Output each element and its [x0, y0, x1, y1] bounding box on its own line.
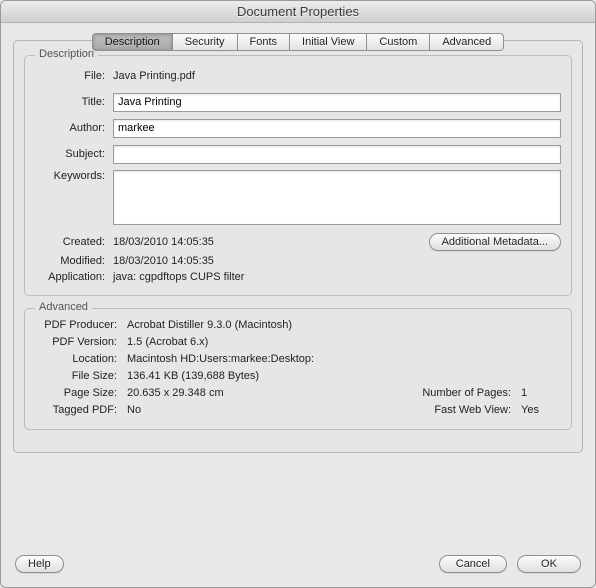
author-label: Author: [35, 122, 113, 134]
author-input[interactable] [113, 119, 561, 138]
tab-bar: Description Security Fonts Initial View … [13, 33, 583, 51]
tab-description[interactable]: Description [92, 33, 172, 51]
tab-custom[interactable]: Custom [366, 33, 429, 51]
title-label: Title: [35, 96, 113, 108]
keywords-label: Keywords: [35, 170, 113, 182]
numpages-label: Number of Pages: [401, 387, 521, 399]
application-value: java: cgpdftops CUPS filter [113, 271, 561, 283]
tab-fonts[interactable]: Fonts [237, 33, 290, 51]
version-label: PDF Version: [35, 336, 127, 348]
numpages-value: 1 [521, 387, 561, 399]
modified-label: Modified: [35, 255, 113, 267]
additional-metadata-button[interactable]: Additional Metadata... [429, 233, 561, 251]
application-label: Application: [35, 271, 113, 283]
version-value: 1.5 (Acrobat 6.x) [127, 336, 561, 348]
advanced-group: Advanced PDF Producer: Acrobat Distiller… [24, 308, 572, 430]
pagesize-label: Page Size: [35, 387, 127, 399]
filesize-label: File Size: [35, 370, 127, 382]
fastweb-value: Yes [521, 404, 561, 416]
tab-advanced[interactable]: Advanced [429, 33, 504, 51]
subject-label: Subject: [35, 148, 113, 160]
ok-button[interactable]: OK [517, 555, 581, 573]
tab-panel: Description File: Java Printing.pdf Titl… [13, 40, 583, 453]
advanced-group-label: Advanced [35, 301, 92, 313]
created-value: 18/03/2010 14:05:35 [113, 236, 429, 248]
window-content: Description Security Fonts Initial View … [1, 23, 595, 453]
title-input[interactable] [113, 93, 561, 112]
created-label: Created: [35, 236, 113, 248]
modified-value: 18/03/2010 14:05:35 [113, 255, 561, 267]
document-properties-window: Document Properties Description Security… [0, 0, 596, 588]
fastweb-label: Fast Web View: [401, 404, 521, 416]
dialog-footer: Help Cancel OK [15, 555, 581, 573]
keywords-input[interactable] [113, 170, 561, 225]
tab-initial-view[interactable]: Initial View [289, 33, 366, 51]
window-title: Document Properties [1, 1, 595, 23]
tab-security[interactable]: Security [172, 33, 237, 51]
pagesize-value: 20.635 x 29.348 cm [127, 387, 401, 399]
subject-input[interactable] [113, 145, 561, 164]
file-value: Java Printing.pdf [113, 70, 561, 82]
location-label: Location: [35, 353, 127, 365]
tagged-value: No [127, 404, 401, 416]
tagged-label: Tagged PDF: [35, 404, 127, 416]
producer-label: PDF Producer: [35, 319, 127, 331]
producer-value: Acrobat Distiller 9.3.0 (Macintosh) [127, 319, 561, 331]
location-value: Macintosh HD:Users:markee:Desktop: [127, 353, 561, 365]
file-label: File: [35, 70, 113, 82]
description-group: Description File: Java Printing.pdf Titl… [24, 55, 572, 296]
filesize-value: 136.41 KB (139,688 Bytes) [127, 370, 561, 382]
cancel-button[interactable]: Cancel [439, 555, 507, 573]
help-button[interactable]: Help [15, 555, 64, 573]
